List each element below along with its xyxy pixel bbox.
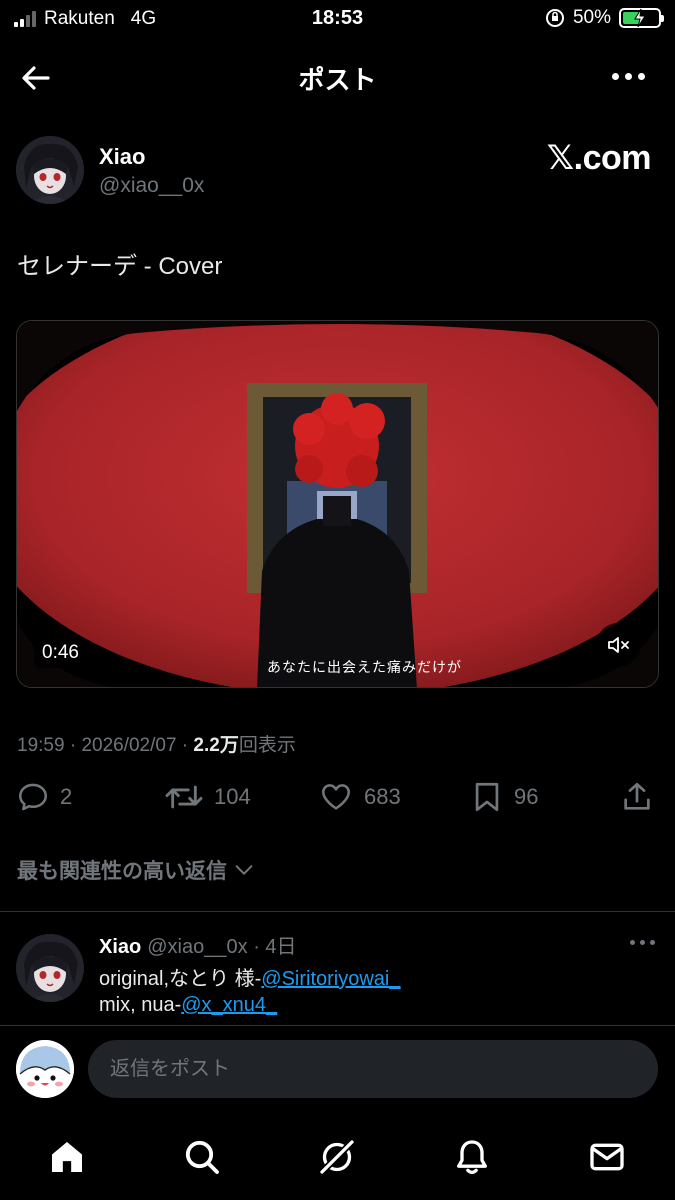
tab-bar (0, 1113, 675, 1200)
post-meta: 19:59 · 2026/02/07 · 2.2万回表示 (17, 730, 296, 757)
mention-link[interactable]: @Siritoriyowai_ (261, 968, 400, 990)
watermark-logo: 𝕏.com (546, 139, 652, 177)
author-handle[interactable]: @xiao__0x (99, 174, 204, 198)
video-duration: 0:46 (34, 638, 87, 668)
view-label: 回表示 (238, 735, 296, 756)
bookmark-button[interactable]: 96 (470, 780, 538, 814)
reply-line-1: original,なとり 様-@Siritoriyowai_ (99, 962, 401, 991)
speaker-muted-icon[interactable] (596, 623, 640, 667)
reply-author-handle[interactable]: @xiao__0x (147, 936, 247, 958)
top-bar: ポスト (0, 48, 675, 104)
avatar[interactable] (16, 934, 84, 1002)
repost-icon (165, 785, 203, 809)
avatar[interactable] (16, 136, 84, 204)
orientation-lock-icon (545, 9, 564, 27)
video-frame (17, 321, 658, 687)
bookmark-count: 96 (514, 784, 539, 809)
reply-line-2: mix, nua-@x_xnu4_ (99, 994, 277, 1017)
video-subtitle: あなたに出会えた痛みだけが (267, 659, 462, 675)
status-right: 50% (545, 7, 664, 29)
reply-sort-dropdown[interactable]: 最も関連性の高い返信 (17, 855, 255, 885)
share-button[interactable] (620, 780, 654, 814)
meta-separator: · (64, 735, 82, 756)
reply-author-name[interactable]: Xiao (99, 936, 141, 958)
reply-text: mix, nua- (99, 994, 182, 1016)
action-bar: 2 104 683 96 (16, 780, 659, 824)
reply-icon (18, 783, 48, 811)
mention-link[interactable]: @x_xnu4_ (181, 994, 277, 1016)
meta-separator: · (176, 735, 194, 756)
battery-percent: 50% (572, 7, 611, 28)
battery-charging-icon (619, 8, 664, 28)
reply-sort-label: 最も関連性の高い返信 (17, 860, 227, 883)
reply-text: original,なとり 様- (99, 968, 262, 990)
view-count: 2.2万 (193, 735, 239, 756)
reply-composer (0, 1025, 675, 1113)
home-icon[interactable] (45, 1135, 89, 1179)
reply-header: Xiao @xiao__0x · 4日 (99, 930, 297, 959)
share-icon (624, 782, 650, 810)
more-horizontal-icon[interactable] (612, 73, 645, 80)
grok-icon[interactable] (315, 1135, 359, 1179)
post-date: 2026/02/07 (81, 735, 177, 756)
reply-post[interactable]: Xiao @xiao__0x · 4日 original,なとり 様-@Sirit… (16, 926, 659, 1026)
repost-count: 104 (214, 784, 251, 809)
post-author: Xiao @xiao__0x 𝕏.com (16, 136, 659, 208)
video-player[interactable]: あなたに出会えた痛みだけが 0:46 (16, 320, 659, 688)
chevron-down-icon (235, 865, 253, 875)
like-icon (321, 784, 351, 810)
messages-icon[interactable] (585, 1135, 629, 1179)
post-time: 19:59 (17, 735, 65, 756)
reply-age: · 4日 (253, 936, 297, 958)
like-count: 683 (364, 784, 401, 809)
bookmark-icon (475, 782, 499, 812)
reply-input[interactable] (88, 1040, 658, 1098)
search-icon[interactable] (180, 1135, 224, 1179)
page-title: ポスト (298, 65, 377, 95)
divider (0, 911, 675, 912)
like-button[interactable]: 683 (318, 780, 401, 814)
reply-button[interactable]: 2 (16, 780, 72, 814)
repost-button[interactable]: 104 (164, 780, 251, 814)
author-name[interactable]: Xiao (99, 144, 145, 170)
avatar[interactable] (16, 1040, 74, 1098)
reply-count: 2 (60, 784, 73, 809)
notifications-icon[interactable] (450, 1135, 494, 1179)
more-horizontal-icon[interactable] (630, 940, 655, 945)
post-text: セレナーデ - Cover (17, 253, 223, 280)
status-bar: Rakuten 4G 18:53 50% (0, 0, 675, 40)
